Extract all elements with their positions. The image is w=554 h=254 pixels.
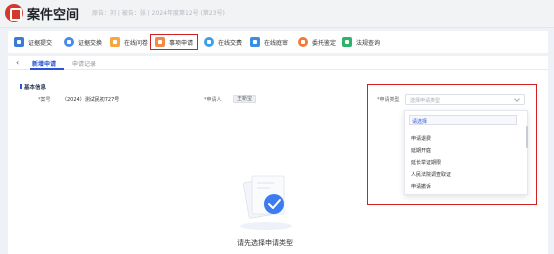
dropdown-option-extend-proof-period[interactable]: 延长举证期限 bbox=[411, 159, 441, 166]
toolbar-entrusted-appraisal-button[interactable]: 委托鉴定 bbox=[298, 34, 336, 50]
document-check-icon bbox=[240, 175, 292, 230]
chevron-down-icon bbox=[514, 96, 520, 102]
toolbar-evidence-exchange-button[interactable]: 证据交换 bbox=[64, 34, 102, 50]
dropdown-scrollbar[interactable] bbox=[526, 126, 528, 148]
case-number-value: （2024）测试民初727号 bbox=[62, 97, 120, 103]
toolbar: 证据提交 证据交换 在线问卷 事项申请 在线交费 在线庭审 委托鉴定 法规查询 bbox=[8, 31, 548, 53]
application-type-select[interactable]: 选择申请类型 bbox=[405, 94, 525, 105]
dropdown-option-withdraw-case[interactable]: 申请撤诉 bbox=[411, 183, 431, 190]
exchange-icon bbox=[64, 37, 74, 47]
tab-application-records[interactable]: 申请记录 bbox=[72, 59, 96, 68]
application-type-dropdown: 请选择 申请退费 延期开庭 延长举证期限 人民法院调查取证 申请撤诉 bbox=[404, 110, 528, 195]
applicant-label: *申请人 bbox=[204, 97, 222, 103]
dropdown-option-postpone-hearing[interactable]: 延期开庭 bbox=[411, 147, 431, 154]
payment-icon bbox=[204, 37, 214, 47]
tab-bar: ‹ 新增申请 申请记录 bbox=[8, 56, 548, 70]
app-logo-icon bbox=[5, 4, 23, 22]
case-info: 原告：刘 | 被告：张 | 2024年度第12号 (第23号) bbox=[92, 10, 225, 17]
video-trial-icon bbox=[250, 37, 260, 47]
back-arrow-icon[interactable]: ‹ bbox=[16, 58, 19, 67]
active-tab-indicator bbox=[30, 68, 64, 70]
dropdown-option-court-evidence-collection[interactable]: 人民法院调查取证 bbox=[411, 171, 451, 178]
application-icon bbox=[155, 37, 165, 47]
section-title: 基本信息 bbox=[19, 84, 47, 91]
toolbar-online-payment-button[interactable]: 在线交费 bbox=[204, 34, 242, 50]
app-title: 案件空间 bbox=[27, 8, 80, 23]
law-search-icon bbox=[342, 37, 352, 47]
toolbar-evidence-submit-button[interactable]: 证据提交 bbox=[14, 34, 52, 50]
empty-state-text: 请先选择申请类型 bbox=[237, 239, 293, 247]
toolbar-matter-application-button[interactable]: 事项申请 bbox=[150, 34, 199, 50]
applicant-tag: 王新宝 bbox=[233, 95, 257, 103]
case-number-label: *案号 bbox=[38, 97, 51, 103]
toolbar-law-search-button[interactable]: 法规查询 bbox=[342, 34, 380, 50]
app-header: 案件空间 原告：刘 | 被告：张 | 2024年度第12号 (第23号) bbox=[0, 0, 554, 28]
toolbar-online-trial-button[interactable]: 在线庭审 bbox=[250, 34, 288, 50]
tab-new-application[interactable]: 新增申请 bbox=[32, 59, 56, 68]
dropdown-option-please-select[interactable]: 请选择 bbox=[409, 115, 517, 125]
toolbar-online-questionnaire-button[interactable]: 在线问卷 bbox=[110, 34, 148, 50]
dropdown-option-refund[interactable]: 申请退费 bbox=[411, 135, 431, 142]
file-upload-icon bbox=[14, 37, 24, 47]
appraisal-icon bbox=[298, 37, 308, 47]
questionnaire-icon bbox=[110, 37, 120, 47]
select-placeholder: 选择申请类型 bbox=[410, 98, 441, 104]
